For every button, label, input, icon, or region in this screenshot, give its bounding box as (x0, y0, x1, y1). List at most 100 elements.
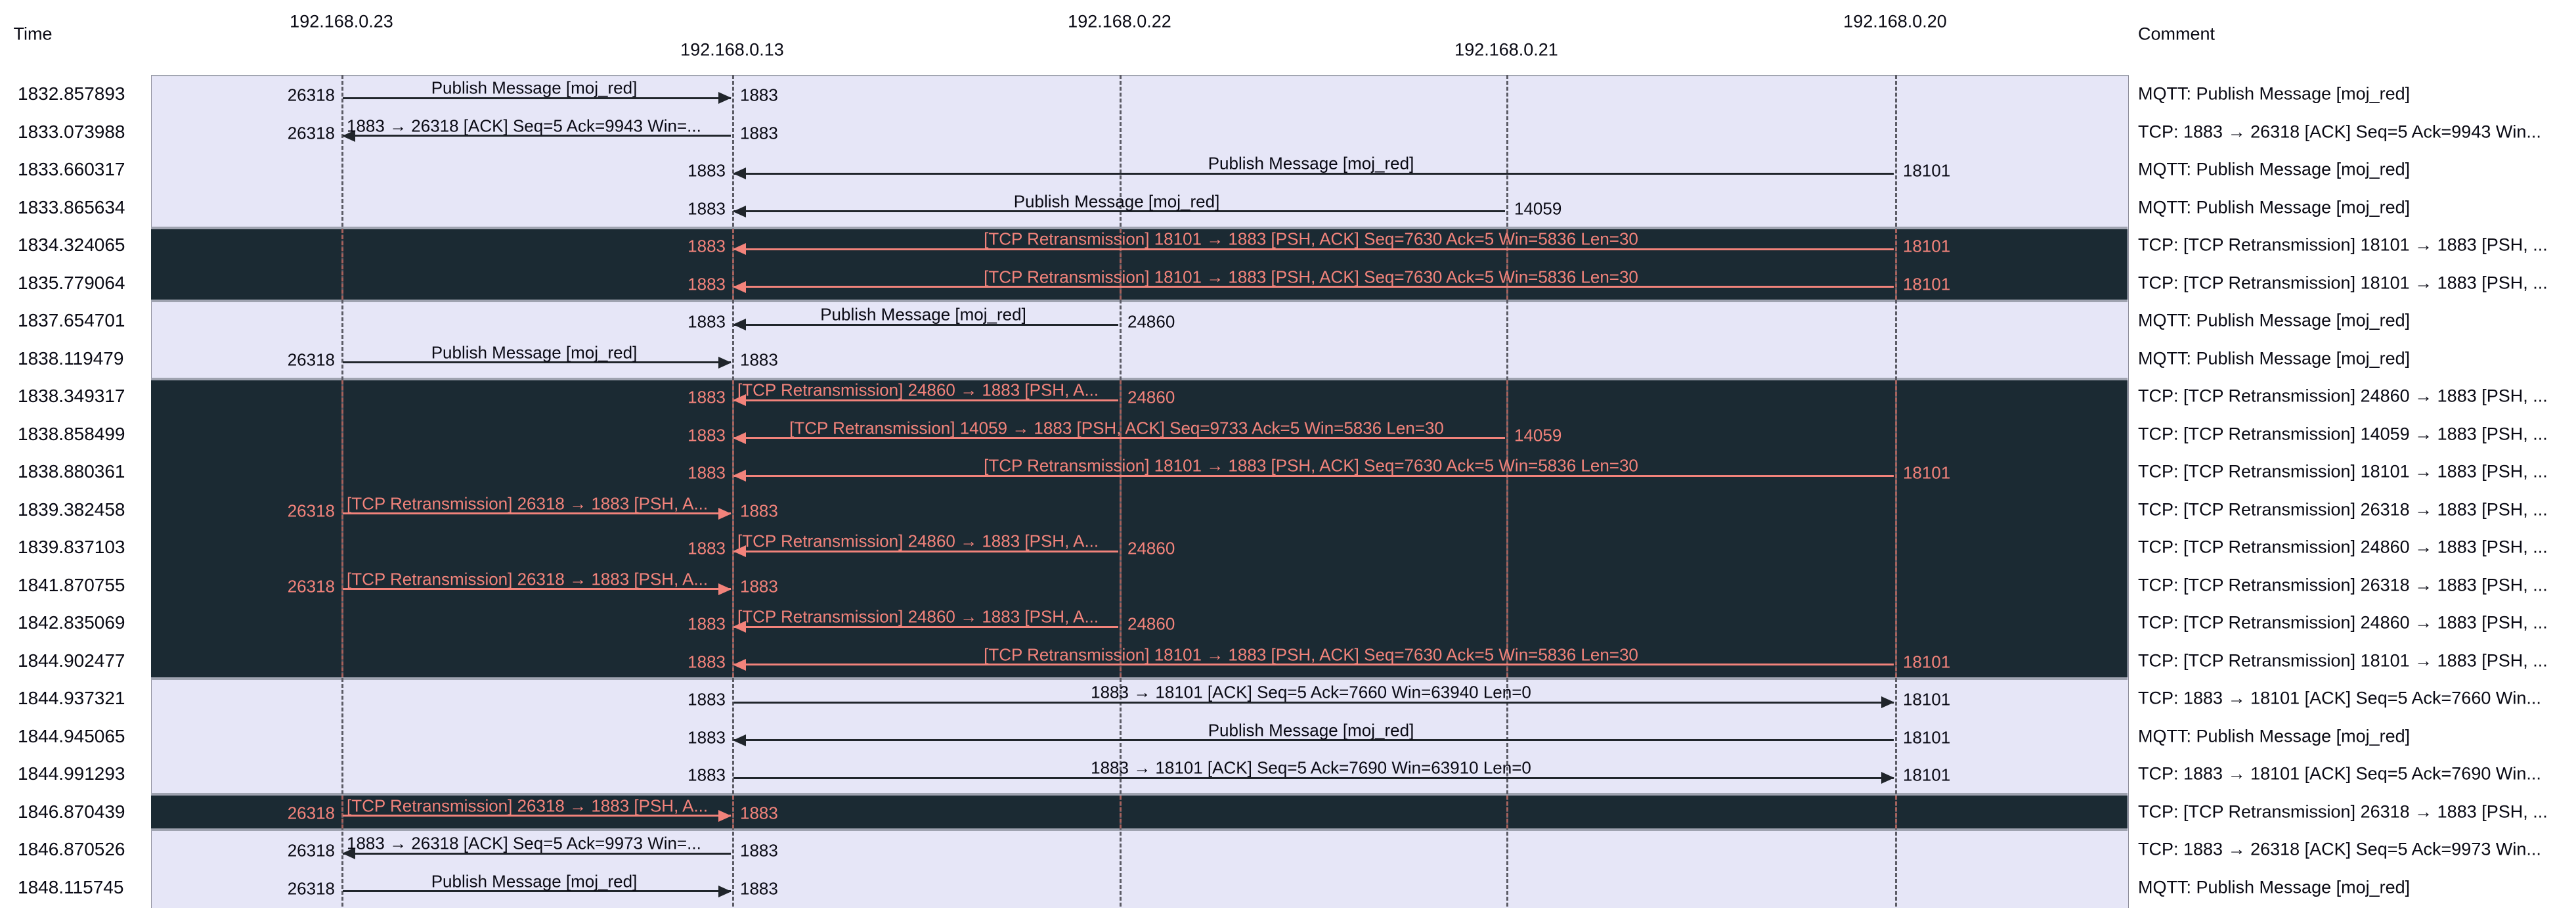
port-label: 18101 (1903, 727, 1951, 748)
comment-text: TCP: 1883 → 26318 [ACK] Seq=5 Ack=9943 W… (2138, 122, 2541, 142)
comment-text: TCP: [TCP Retransmission] 26318 → 1883 [… (2138, 801, 2548, 822)
port-label: 1883 (688, 614, 726, 634)
port-label: 1883 (688, 689, 726, 709)
node-header-192.168.0.23: 192.168.0.23 (290, 11, 393, 32)
timestamp: 1833.073988 (18, 121, 125, 142)
arrow-label: [TCP Retransmission] 18101 → 1883 [PSH, … (984, 229, 1638, 249)
arrow-label: Publish Message [moj_red] (820, 304, 1026, 325)
time-column-header: Time (13, 24, 53, 44)
timestamp: 1844.902477 (18, 650, 125, 671)
comment-text: MQTT: Publish Message [moj_red] (2138, 348, 2411, 369)
lifeline-192.168.0.20 (1895, 796, 1897, 828)
arrow-label: Publish Message [moj_red] (431, 871, 638, 891)
port-label: 1883 (688, 160, 726, 181)
arrow-label: Publish Message [moj_red] (431, 342, 638, 363)
port-label: 26318 (287, 576, 335, 597)
port-label: 26318 (287, 501, 335, 521)
arrow-label: 1883 → 18101 [ACK] Seq=5 Ack=7660 Win=63… (1091, 682, 1531, 702)
timestamp: 1839.382458 (18, 499, 125, 520)
comment-text: TCP: 1883 → 26318 [ACK] Seq=5 Ack=9973 W… (2138, 839, 2541, 859)
arrow-label: [TCP Retransmission] 26318 → 1883 [PSH, … (347, 796, 709, 816)
port-label: 1883 (688, 236, 726, 256)
node-header-192.168.0.13: 192.168.0.13 (680, 39, 784, 60)
port-label: 1883 (740, 840, 778, 861)
timestamp: 1848.115745 (18, 876, 124, 897)
comment-text: TCP: [TCP Retransmission] 14059 → 1883 [… (2138, 424, 2548, 444)
port-label: 14059 (1514, 425, 1562, 445)
timestamp: 1835.779064 (18, 272, 125, 293)
comment-text: TCP: [TCP Retransmission] 24860 → 1883 [… (2138, 537, 2548, 557)
timestamp: 1844.937321 (18, 688, 125, 709)
comment-text: TCP: [TCP Retransmission] 24860 → 1883 [… (2138, 386, 2548, 406)
port-label: 1883 (688, 311, 726, 332)
comment-text: MQTT: Publish Message [moj_red] (2138, 197, 2411, 217)
timestamp: 1837.654701 (18, 310, 125, 331)
timestamp: 1833.865634 (18, 196, 125, 217)
arrow-label: [TCP Retransmission] 24860 → 1883 [PSH, … (737, 606, 1099, 627)
timestamp: 1838.858499 (18, 423, 125, 444)
lifeline-192.168.0.23 (341, 380, 343, 677)
timestamp: 1838.119479 (18, 348, 124, 369)
arrow-label: [TCP Retransmission] 24860 → 1883 [PSH, … (737, 531, 1099, 551)
arrow-label: [TCP Retransmission] 26318 → 1883 [PSH, … (347, 493, 709, 514)
node-header-192.168.0.22: 192.168.0.22 (1068, 11, 1171, 32)
comment-text: TCP: 1883 → 18101 [ACK] Seq=5 Ack=7660 W… (2138, 688, 2541, 708)
port-label: 1883 (688, 727, 726, 748)
port-label: 18101 (1903, 652, 1951, 672)
lifeline-192.168.0.13 (732, 796, 734, 828)
comment-text: TCP: [TCP Retransmission] 18101 → 1883 [… (2138, 235, 2548, 255)
port-label: 26318 (287, 85, 335, 105)
comment-text: TCP: 1883 → 18101 [ACK] Seq=5 Ack=7690 W… (2138, 763, 2541, 784)
arrow-label: [TCP Retransmission] 26318 → 1883 [PSH, … (347, 569, 709, 589)
flow-graph: Time Comment 192.168.0.23 192.168.0.13 192… (0, 0, 2576, 923)
port-label: 18101 (1903, 462, 1951, 483)
timestamp: 1844.991293 (18, 763, 125, 784)
port-label: 24860 (1127, 538, 1175, 558)
port-label: 1883 (688, 274, 726, 294)
arrow-label: Publish Message [moj_red] (431, 78, 638, 98)
port-label: 24860 (1127, 311, 1175, 332)
port-label: 1883 (740, 878, 778, 899)
comment-text: TCP: [TCP Retransmission] 18101 → 1883 [… (2138, 461, 2548, 482)
port-label: 1883 (688, 198, 726, 219)
arrow-label: Publish Message [moj_red] (1208, 153, 1414, 173)
comment-text: TCP: [TCP Retransmission] 26318 → 1883 [… (2138, 499, 2548, 520)
port-label: 1883 (688, 538, 726, 558)
port-label: 18101 (1903, 236, 1951, 256)
node-header-192.168.0.20: 192.168.0.20 (1843, 11, 1947, 32)
port-label: 26318 (287, 878, 335, 899)
port-label: 1883 (740, 501, 778, 521)
port-label: 18101 (1903, 765, 1951, 785)
port-label: 18101 (1903, 274, 1951, 294)
comment-text: TCP: [TCP Retransmission] 24860 → 1883 [… (2138, 612, 2548, 633)
comment-text: MQTT: Publish Message [moj_red] (2138, 310, 2411, 330)
port-label: 1883 (740, 803, 778, 823)
arrow-label: [TCP Retransmission] 18101 → 1883 [PSH, … (984, 455, 1638, 476)
comment-text: TCP: [TCP Retransmission] 18101 → 1883 [… (2138, 273, 2548, 293)
timestamp: 1842.835069 (18, 612, 125, 633)
timestamp: 1838.349317 (18, 386, 125, 407)
port-label: 14059 (1514, 198, 1562, 219)
comment-text: TCP: [TCP Retransmission] 18101 → 1883 [… (2138, 650, 2548, 671)
lifeline-192.168.0.20 (1895, 229, 1897, 300)
port-label: 18101 (1903, 689, 1951, 709)
port-label: 26318 (287, 123, 335, 143)
timestamp: 1846.870439 (18, 801, 125, 822)
port-label: 1883 (740, 123, 778, 143)
timestamp: 1833.660317 (18, 159, 125, 180)
node-header-192.168.0.21: 192.168.0.21 (1454, 39, 1558, 60)
arrow-label: [TCP Retransmission] 18101 → 1883 [PSH, … (984, 644, 1638, 665)
port-label: 26318 (287, 840, 335, 861)
timestamp: 1844.945065 (18, 725, 125, 746)
port-label: 26318 (287, 349, 335, 370)
arrow-label: Publish Message [moj_red] (1013, 191, 1220, 212)
timestamp: 1834.324065 (18, 235, 125, 256)
port-label: 1883 (688, 652, 726, 672)
arrow-label: [TCP Retransmission] 14059 → 1883 [PSH, … (789, 418, 1444, 438)
port-label: 1883 (688, 462, 726, 483)
port-label: 26318 (287, 803, 335, 823)
arrow-label: 1883 → 26318 [ACK] Seq=5 Ack=9973 Win=..… (347, 833, 701, 853)
arrow-label: [TCP Retransmission] 18101 → 1883 [PSH, … (984, 267, 1638, 287)
comment-column-header: Comment (2138, 24, 2216, 44)
arrow-label: [TCP Retransmission] 24860 → 1883 [PSH, … (737, 380, 1099, 400)
